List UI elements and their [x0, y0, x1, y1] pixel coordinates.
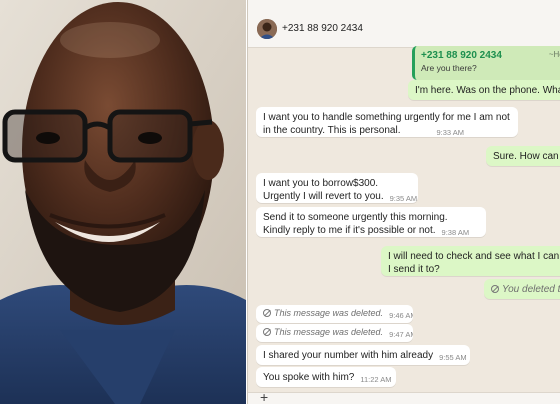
- message-bubble-outgoing[interactable]: Sure. How can I: [486, 146, 560, 166]
- message-text: This message was deleted.: [274, 327, 384, 337]
- message-time: 9:35 AM: [389, 194, 418, 203]
- deleted-message-incoming[interactable]: This message was deleted. 9:46 AM: [256, 305, 413, 323]
- quoted-sender: +231 88 920 2434: [421, 50, 502, 61]
- deleted-message-outgoing[interactable]: You deleted this: [484, 279, 560, 299]
- message-text: Sure. How can I: [493, 151, 560, 162]
- chat-panel: +231 88 920 2434 +231 88 920 2434 ~Hon. …: [247, 0, 560, 404]
- man-portrait-image: [0, 0, 246, 404]
- message-text: I shared your number with him already: [263, 350, 434, 361]
- message-text-line: I will need to check and see what I can …: [388, 251, 560, 262]
- message-bubble-outgoing[interactable]: I'm here. Was on the phone. What: [408, 80, 560, 100]
- quoted-alias: ~Hon. S: [548, 50, 560, 59]
- message-time: 9:46 AM: [389, 311, 413, 320]
- message-bubble-incoming[interactable]: You spoke with him? 11:22 AM: [256, 367, 396, 387]
- deleted-icon: [491, 285, 499, 293]
- message-time: 11:22 AM: [360, 375, 392, 384]
- deleted-icon: [263, 309, 271, 317]
- plus-icon[interactable]: +: [260, 390, 268, 404]
- message-text: This message was deleted.: [274, 308, 384, 318]
- chat-header: +231 88 920 2434: [248, 0, 560, 48]
- message-text-line: Kindly reply to me if it's possible or n…: [263, 225, 436, 236]
- message-bubble-incoming[interactable]: I want you to borrow$300. Urgently I wil…: [256, 173, 418, 203]
- message-text-line: I want you to handle something urgently …: [263, 112, 510, 123]
- message-time: 9:55 AM: [439, 353, 467, 362]
- message-text-line: Urgently I will revert to you.: [263, 191, 384, 202]
- portrait-photo: [0, 0, 246, 404]
- message-bubble-incoming[interactable]: I want you to handle something urgently …: [256, 107, 518, 137]
- quoted-text: Are you there?: [421, 63, 477, 73]
- message-text-line: in the country. This is personal.: [263, 125, 401, 136]
- contact-number[interactable]: +231 88 920 2434: [282, 23, 363, 34]
- message-text-line: I send it to?: [388, 264, 440, 275]
- message-bubble-incoming[interactable]: I shared your number with him already 9:5…: [256, 345, 470, 365]
- message-text: You spoke with him?: [263, 372, 355, 383]
- message-bubble-outgoing[interactable]: I will need to check and see what I can …: [381, 246, 560, 276]
- quoted-message[interactable]: +231 88 920 2434 ~Hon. S Are you there?: [412, 46, 560, 80]
- message-time: 9:38 AM: [441, 228, 470, 237]
- contact-avatar[interactable]: [257, 19, 277, 39]
- message-bubble-incoming[interactable]: Send it to someone urgently this morning…: [256, 207, 486, 237]
- message-text-line: I want you to borrow$300.: [263, 178, 379, 189]
- deleted-icon: [263, 328, 271, 336]
- avatar-icon: [257, 19, 277, 39]
- message-time: 9:47 AM: [389, 330, 413, 339]
- message-text: You deleted this: [502, 284, 560, 295]
- message-input-bar: +: [248, 390, 560, 404]
- message-time: 9:33 AM: [436, 128, 465, 137]
- message-text: I'm here. Was on the phone. What: [415, 85, 560, 96]
- message-text-line: Send it to someone urgently this morning…: [263, 212, 448, 223]
- deleted-message-incoming[interactable]: This message was deleted. 9:47 AM: [256, 324, 413, 342]
